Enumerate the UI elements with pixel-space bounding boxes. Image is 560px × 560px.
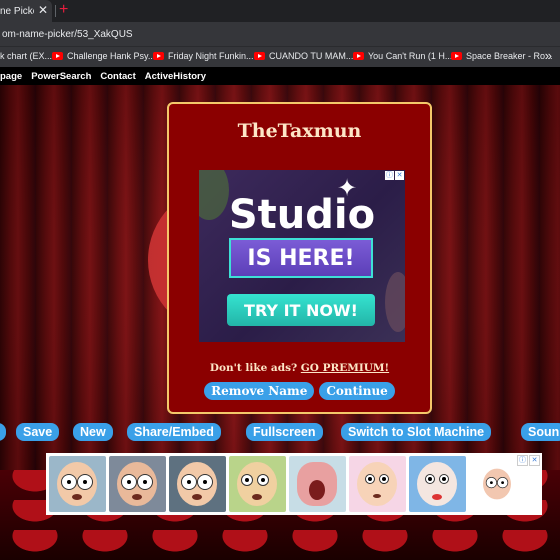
advertisement[interactable]: ⓘ ✕ ✦ Studio IS HERE! TRY IT NOW! <box>199 170 405 342</box>
cartoon-face <box>297 462 337 506</box>
ad-thumbnail[interactable] <box>289 456 346 512</box>
bookmark-label: You Can't Run (1 H... <box>368 51 453 61</box>
cartoon-face <box>417 462 457 506</box>
eye-icon <box>61 474 77 490</box>
bookmark-label: Space Breaker - Ro... <box>466 51 553 61</box>
strip-ad-close-icon[interactable]: ✕ <box>529 455 540 466</box>
dislike-text: Don't like ads? <box>209 362 298 374</box>
youtube-icon <box>451 52 462 60</box>
cartoon-face <box>177 462 217 506</box>
cartoon-face <box>237 462 277 506</box>
ad-banner: IS HERE! <box>229 238 373 278</box>
toolbar-button-partial[interactable] <box>0 423 6 441</box>
nav-link-activehistory[interactable]: ActiveHistory <box>145 71 206 82</box>
sound-button[interactable]: Soun <box>521 423 560 441</box>
tab-separator <box>55 5 56 17</box>
ad-info-icon[interactable]: ⓘ <box>385 171 394 180</box>
go-premium-link[interactable]: GO PREMIUM! <box>301 362 389 374</box>
bookmark-item[interactable]: Challenge Hank Psy... <box>52 51 155 61</box>
tab-title: ne Picker <box>0 5 34 17</box>
bookmark-item[interactable]: CUANDO TU MAM... <box>254 51 353 61</box>
cartoon-face <box>57 462 97 506</box>
bookmark-item[interactable]: Space Breaker - Ro... <box>451 51 553 61</box>
bookmark-label: Challenge Hank Psy... <box>67 51 156 61</box>
ad-cta-button[interactable]: TRY IT NOW! <box>227 294 375 326</box>
ad-notice: Don't like ads? GO PREMIUM! <box>169 362 430 374</box>
continue-button[interactable]: Continue <box>319 382 395 400</box>
ad-close-icon[interactable]: ✕ <box>395 171 404 180</box>
bookmarks-bar: k chart (EX... Challenge Hank Psy... Fri… <box>0 46 560 67</box>
bookmark-label: CUANDO TU MAM... <box>269 51 354 61</box>
ad-thumbnail[interactable] <box>109 456 166 512</box>
bookmark-item[interactable]: Friday Night Funkin... <box>153 51 254 61</box>
strip-ad-info-icon[interactable]: ⓘ <box>517 455 528 466</box>
bookmark-label: Friday Night Funkin... <box>168 51 254 61</box>
bottom-ad-strip[interactable]: ⓘ ✕ <box>46 453 542 515</box>
bookmark-item[interactable]: You Can't Run (1 H... <box>353 51 452 61</box>
new-button[interactable]: New <box>73 423 113 441</box>
remove-name-button[interactable]: Remove Name <box>204 382 315 400</box>
save-button[interactable]: Save <box>16 423 60 441</box>
cartoon-face <box>117 462 157 506</box>
fullscreen-button[interactable]: Fullscreen <box>246 423 323 441</box>
result-modal: TheTaxmun ⓘ ✕ ✦ Studio IS HERE! TRY IT N… <box>167 102 432 414</box>
youtube-icon <box>153 52 164 60</box>
browser-tab-strip: ne Picker ✕ + <box>0 0 560 22</box>
nav-link-powersearch[interactable]: PowerSearch <box>31 71 91 82</box>
ad-decoration-leaf <box>385 272 405 332</box>
modal-actions: Remove Name Continue <box>169 382 430 400</box>
browser-tab[interactable]: ne Picker ✕ <box>0 0 52 22</box>
share-embed-button[interactable]: Share/Embed <box>127 423 221 441</box>
new-tab-icon[interactable]: + <box>59 1 68 19</box>
bookmark-label: k chart (EX... <box>0 51 53 61</box>
cartoon-face <box>483 468 511 500</box>
bookmark-item[interactable]: k chart (EX... <box>0 51 52 61</box>
tab-close-icon[interactable]: ✕ <box>38 3 48 17</box>
ad-badges: ⓘ ✕ <box>385 171 404 180</box>
ad-thumbnail[interactable] <box>349 456 406 512</box>
address-bar[interactable]: om-name-picker/53_XakQUS <box>0 22 560 46</box>
ad-thumbnail[interactable] <box>229 456 286 512</box>
url-text[interactable]: om-name-picker/53_XakQUS <box>0 29 133 40</box>
nav-link-contact[interactable]: Contact <box>100 71 135 82</box>
picked-name-title: TheTaxmun <box>237 120 362 142</box>
nav-link-page[interactable]: page <box>0 71 22 82</box>
slot-machine-button[interactable]: Switch to Slot Machine <box>341 423 492 441</box>
ad-thumbnail[interactable] <box>409 456 466 512</box>
youtube-icon <box>353 52 364 60</box>
eye-icon <box>77 474 93 490</box>
cartoon-face <box>357 462 397 506</box>
site-nav: page PowerSearch Contact ActiveHistory <box>0 67 560 85</box>
wheel-toolbar: Save New Share/Embed Fullscreen Switch t… <box>0 423 560 443</box>
bookmarks-overflow-icon[interactable]: » <box>545 48 552 63</box>
youtube-icon <box>52 52 63 60</box>
ad-thumbnail[interactable] <box>169 456 226 512</box>
ad-thumbnail[interactable] <box>49 456 106 512</box>
strip-ad-badges: ⓘ ✕ <box>517 455 540 466</box>
ad-headline: Studio <box>228 192 376 238</box>
youtube-icon <box>254 52 265 60</box>
